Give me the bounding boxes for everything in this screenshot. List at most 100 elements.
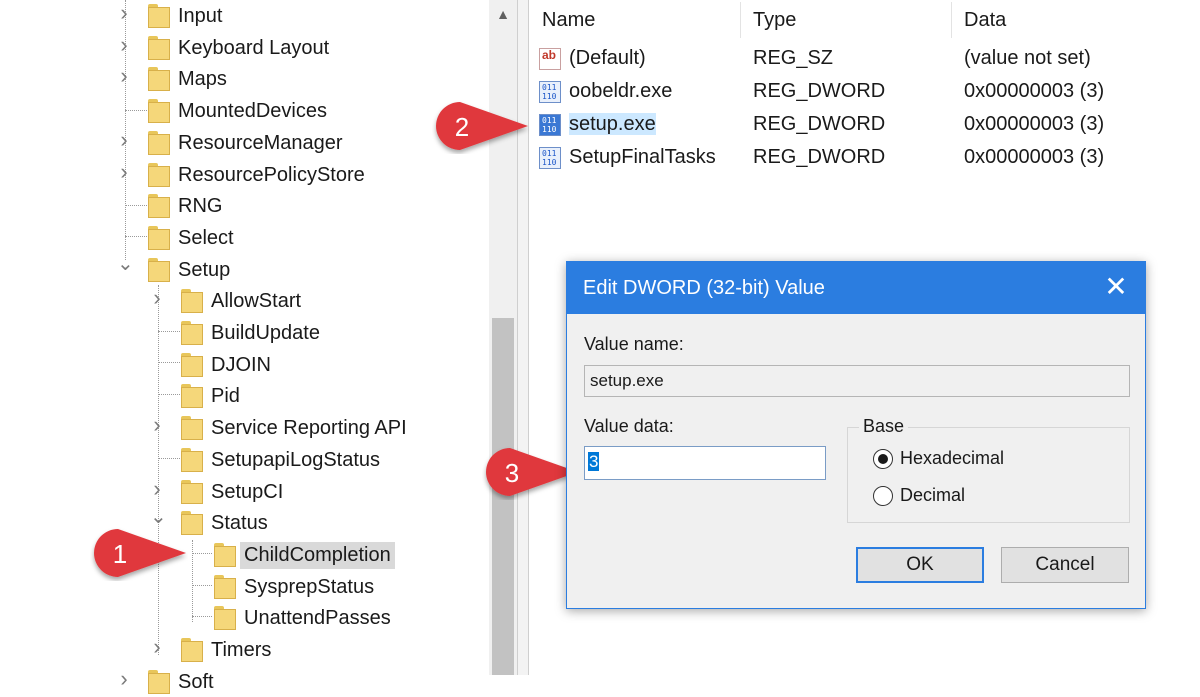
tree-item-label: Service Reporting API [211,416,407,439]
tree-item-setupci[interactable]: SetupCI [207,477,287,507]
value-data-text: 3 [588,452,600,471]
value-data: 0x00000003 (3) [964,113,1105,135]
tree-connector [192,553,212,554]
tree-item-keyboard-layout[interactable]: Keyboard Layout [174,33,333,63]
tree-item-label: ResourceManager [178,131,343,154]
tree-item-djoin[interactable]: DJOIN [207,350,275,380]
dword-value-icon: 011 110 [539,81,561,103]
expand-chevron-icon[interactable]: › [117,668,131,690]
column-header-data[interactable]: Data [951,0,1200,40]
folder-icon [181,416,203,440]
tree-item-service-reporting-api[interactable]: Service Reporting API [207,413,411,443]
tree-connector [158,331,180,332]
hexadecimal-radio[interactable] [873,449,893,469]
value-type: REG_DWORD [753,80,886,102]
tree-item-setupapilogstatus[interactable]: SetupapiLogStatus [207,445,384,475]
folder-icon [148,194,170,218]
tree-item-childcompletion[interactable]: ChildCompletion [240,540,395,570]
folder-icon [148,131,170,155]
value-data-input[interactable]: 3 [584,446,826,480]
expand-chevron-icon[interactable]: › [117,65,131,87]
tree-item-rng[interactable]: RNG [174,191,226,221]
tree-item-maps[interactable]: Maps [174,64,231,94]
tree-item-resourcemanager[interactable]: ResourceManager [174,128,347,158]
list-row[interactable]: 011 110 oobeldr.exe REG_DWORD 0x00000003… [529,75,1200,108]
tree-item-label: Pid [211,384,240,407]
tree-item-buildupdate[interactable]: BuildUpdate [207,318,324,348]
value-name-label: Value name: [584,334,684,354]
collapse-chevron-icon[interactable]: ⌄ [150,507,167,527]
decimal-radio[interactable] [873,486,893,506]
folder-icon [148,163,170,187]
tree-item-soft[interactable]: Soft [174,667,218,697]
ok-button[interactable]: OK [856,547,984,583]
expand-chevron-icon[interactable]: › [117,2,131,24]
value-type: REG_DWORD [753,146,886,168]
value-name: SetupFinalTasks [569,146,716,168]
tree-item-select[interactable]: Select [174,223,238,253]
value-type: REG_SZ [753,47,834,69]
expand-chevron-icon[interactable]: › [150,636,164,658]
tree-item-label: Keyboard Layout [178,36,330,59]
tree-item-pid[interactable]: Pid [207,381,244,411]
tree-item-label: Status [211,511,268,534]
list-row[interactable]: 011 110 SetupFinalTasks REG_DWORD 0x0000… [529,141,1200,174]
tree-connector [158,394,180,395]
tree-item-setup[interactable]: Setup [174,255,234,285]
expand-chevron-icon[interactable]: › [117,34,131,56]
folder-icon [181,448,203,472]
scroll-up-arrow-icon[interactable]: ▲ [493,4,513,24]
value-data: 0x00000003 (3) [964,146,1105,168]
tree-item-unattendpasses[interactable]: UnattendPasses [240,603,395,633]
folder-icon [148,36,170,60]
list-row[interactable]: ab (Default) REG_SZ (value not set) [529,42,1200,75]
tree-connector [192,616,212,617]
tree-item-mounteddevices[interactable]: MountedDevices [174,96,331,126]
cancel-button[interactable]: Cancel [1001,547,1129,583]
folder-icon [148,670,170,694]
decimal-label[interactable]: Decimal [900,485,965,506]
callout-marker-1: 1 [94,529,186,577]
column-header-name[interactable]: Name [529,0,740,40]
tree-item-label: SetupCI [211,480,284,503]
tree-connector [125,205,147,206]
folder-icon [214,575,236,599]
tree-item-allowstart[interactable]: AllowStart [207,286,305,316]
tree-item-sysprepstatus[interactable]: SysprepStatus [240,572,378,602]
tree-item-label: MountedDevices [178,99,327,122]
tree-item-timers[interactable]: Timers [207,635,275,665]
expand-chevron-icon[interactable]: › [150,287,164,309]
dword-value-icon: 011 110 [539,147,561,169]
callout-shape [486,448,578,496]
callout-shape [94,529,186,577]
tree-item-resourcepolicystore[interactable]: ResourcePolicyStore [174,160,369,190]
tree-item-label: DJOIN [211,353,271,376]
value-type: REG_DWORD [753,113,886,135]
tree-connector [158,458,180,459]
folder-icon [181,353,203,377]
column-header-type[interactable]: Type [740,0,951,40]
tree-item-status[interactable]: Status [207,508,272,538]
folder-icon [181,480,203,504]
tree-item-input[interactable]: Input [174,1,226,31]
close-icon[interactable]: ✕ [1101,262,1131,314]
expand-chevron-icon[interactable]: › [117,129,131,151]
expand-chevron-icon[interactable]: › [150,478,164,500]
tree-item-label: Maps [178,67,227,90]
tree-connector [125,236,147,237]
tree-item-label: Select [178,226,234,249]
tree-item-label: SysprepStatus [244,575,375,598]
value-data: (value not set) [964,47,1091,69]
hexadecimal-label[interactable]: Hexadecimal [900,448,1004,469]
value-name-text: setup.exe [569,113,656,135]
expand-chevron-icon[interactable]: › [117,161,131,183]
callout-marker-2: 2 [436,102,528,150]
tree-connector [125,110,147,111]
dialog-title[interactable]: Edit DWORD (32-bit) Value [567,262,1145,314]
callout-number: 2 [455,112,469,142]
tree-item-label: Setup [178,258,231,281]
folder-icon [214,606,236,630]
collapse-chevron-icon[interactable]: ⌄ [117,254,134,274]
list-row-selected[interactable]: 011 110 setup.exe REG_DWORD 0x00000003 (… [529,108,1200,141]
expand-chevron-icon[interactable]: › [150,414,164,436]
